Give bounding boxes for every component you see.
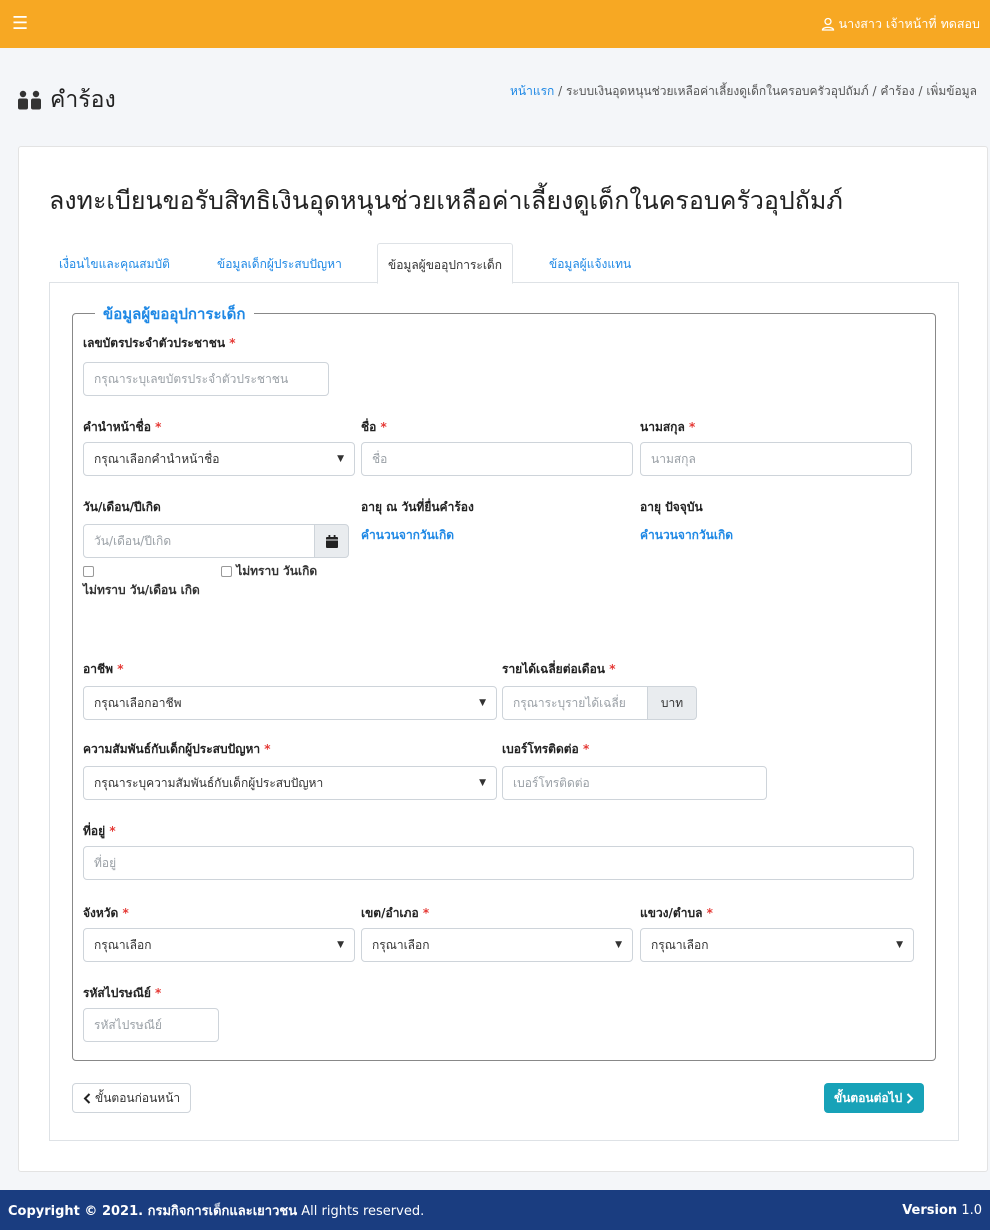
breadcrumb-system: ระบบเงินอุดหนุนช่วยเหลือค่าเลี้ยงดูเด็กใ… — [566, 84, 869, 98]
first-name-input[interactable] — [361, 442, 633, 476]
calendar-icon — [325, 534, 338, 548]
postal-code-label: รหัสไปรษณีย์ * — [83, 986, 162, 1000]
birth-date-label: วัน/เดือน/ปีเกิด — [83, 500, 161, 514]
page-header: คำร้อง หน้าแรก / ระบบเงินอุดหนุนช่วยเหลื… — [0, 48, 990, 144]
checkbox-box[interactable] — [83, 566, 94, 577]
relationship-label: ความสัมพันธ์กับเด็กผู้ประสบปัญหา * — [83, 742, 271, 756]
version: Version 1.0 — [902, 1202, 982, 1218]
district-label: เขต/อำเภอ * — [361, 906, 430, 920]
breadcrumb-home[interactable]: หน้าแรก — [510, 84, 554, 98]
chevron-down-icon: ▼ — [479, 698, 486, 708]
occupation-label: อาชีพ * — [83, 662, 124, 676]
last-name-input[interactable] — [640, 442, 912, 476]
relationship-select[interactable]: กรุณาระบุความสัมพันธ์กับเด็กผู้ประสบปัญห… — [83, 766, 497, 800]
unknown-day-month-checkbox[interactable]: ไม่ทราบ วัน/เดือน เกิด — [83, 562, 203, 600]
footer: Copyright © 2021. กรมกิจการเด็กและเยาวชน… — [0, 1190, 990, 1230]
income-label: รายได้เฉลี่ยต่อเดือน * — [502, 662, 616, 676]
breadcrumb-separator: / — [918, 84, 923, 98]
tab-conditions[interactable]: เงื่อนไขและคุณสมบัติ — [49, 243, 180, 283]
next-step-label: ขั้นตอนต่อไป — [834, 1090, 903, 1105]
top-navbar: ☰ นางสาว เจ้าหน้าที่ ทดสอบ — [0, 0, 990, 48]
tab-pane: ข้อมูลผู้ขออุปการะเด็ก เลขบัตรประจำตัวปร… — [49, 283, 959, 1141]
breadcrumb-current: เพิ่มข้อมูล — [926, 84, 977, 98]
hamburger-icon[interactable]: ☰ — [12, 15, 28, 33]
age-at-request-calc-link[interactable]: คำนวนจากวันเกิด — [361, 526, 454, 545]
chevron-down-icon: ▼ — [337, 940, 344, 950]
id-card-label: เลขบัตรประจำตัวประชาชน * — [83, 336, 236, 350]
first-name-label: ชื่อ * — [361, 420, 387, 434]
breadcrumb: หน้าแรก / ระบบเงินอุดหนุนช่วยเหลือค่าเลี… — [510, 82, 980, 101]
tab-reporter-info[interactable]: ข้อมูลผู้แจ้งแทน — [539, 243, 641, 283]
users-icon — [18, 90, 41, 110]
breadcrumb-separator: / — [558, 84, 563, 98]
breadcrumb-separator: / — [872, 84, 877, 98]
prefix-label: คำนำหน้าชื่อ * — [83, 420, 162, 434]
income-input[interactable] — [502, 686, 648, 720]
tab-guardian-info[interactable]: ข้อมูลผู้ขออุปการะเด็ก — [377, 243, 513, 284]
breadcrumb-section: คำร้อง — [880, 84, 915, 98]
address-input[interactable] — [83, 846, 914, 880]
page-title: คำร้อง — [18, 82, 116, 118]
chevron-down-icon: ▼ — [337, 454, 344, 464]
phone-input[interactable] — [502, 766, 767, 800]
age-at-request-label: อายุ ณ วันที่ยื่นคำร้อง — [361, 500, 474, 514]
chevron-down-icon: ▼ — [615, 940, 622, 950]
id-card-input[interactable] — [83, 362, 329, 396]
subdistrict-select[interactable]: กรุณาเลือก ▼ — [640, 928, 914, 962]
fieldset-legend: ข้อมูลผู้ขออุปการะเด็ก — [95, 302, 254, 326]
page-title-text: คำร้อง — [50, 87, 116, 113]
age-current-calc-link[interactable]: คำนวนจากวันเกิด — [640, 526, 733, 545]
district-select[interactable]: กรุณาเลือก ▼ — [361, 928, 633, 962]
prefix-select[interactable]: กรุณาเลือกคำนำหน้าชื่อ ▼ — [83, 442, 355, 476]
chevron-left-icon — [83, 1092, 91, 1104]
user-menu[interactable]: นางสาว เจ้าหน้าที่ ทดสอบ — [821, 14, 980, 34]
unknown-birthdate-checkbox[interactable]: ไม่ทราบ วันเกิด — [221, 562, 317, 581]
last-name-label: นามสกุล * — [640, 420, 696, 434]
birth-date-input[interactable] — [83, 524, 315, 558]
main-card: ลงทะเบียนขอรับสิทธิเงินอุดหนุนช่วยเหลือค… — [18, 146, 988, 1172]
province-label: จังหวัด * — [83, 906, 129, 920]
checkbox-box[interactable] — [221, 566, 232, 577]
phone-label: เบอร์โทรติดต่อ * — [502, 742, 590, 756]
tab-bar: เงื่อนไขและคุณสมบัติ ข้อมูลเด็กผู้ประสบป… — [49, 243, 959, 284]
tab-child-info[interactable]: ข้อมูลเด็กผู้ประสบปัญหา — [207, 243, 352, 283]
next-step-button[interactable]: ขั้นตอนต่อไป — [824, 1083, 925, 1113]
calendar-button[interactable] — [314, 524, 349, 558]
province-select[interactable]: กรุณาเลือก ▼ — [83, 928, 355, 962]
chevron-down-icon: ▼ — [896, 940, 903, 950]
chevron-right-icon — [907, 1092, 914, 1104]
address-label: ที่อยู่ * — [83, 824, 116, 838]
subdistrict-label: แขวง/ตำบล * — [640, 906, 713, 920]
chevron-down-icon: ▼ — [479, 778, 486, 788]
age-current-label: อายุ ปัจจุบัน — [640, 500, 703, 514]
income-unit: บาท — [647, 686, 697, 720]
occupation-select[interactable]: กรุณาเลือกอาชีพ ▼ — [83, 686, 497, 720]
guardian-fieldset: ข้อมูลผู้ขออุปการะเด็ก เลขบัตรประจำตัวปร… — [72, 302, 936, 1061]
copyright: Copyright © 2021. กรมกิจการเด็กและเยาวชน… — [8, 1203, 425, 1219]
prev-step-button[interactable]: ขั้นตอนก่อนหน้า — [72, 1083, 192, 1113]
postal-code-input[interactable] — [83, 1008, 219, 1042]
prev-step-label: ขั้นตอนก่อนหน้า — [95, 1090, 181, 1105]
user-icon — [821, 17, 834, 31]
form-title: ลงทะเบียนขอรับสิทธิเงินอุดหนุนช่วยเหลือค… — [49, 186, 843, 215]
user-name: นางสาว เจ้าหน้าที่ ทดสอบ — [838, 16, 980, 31]
